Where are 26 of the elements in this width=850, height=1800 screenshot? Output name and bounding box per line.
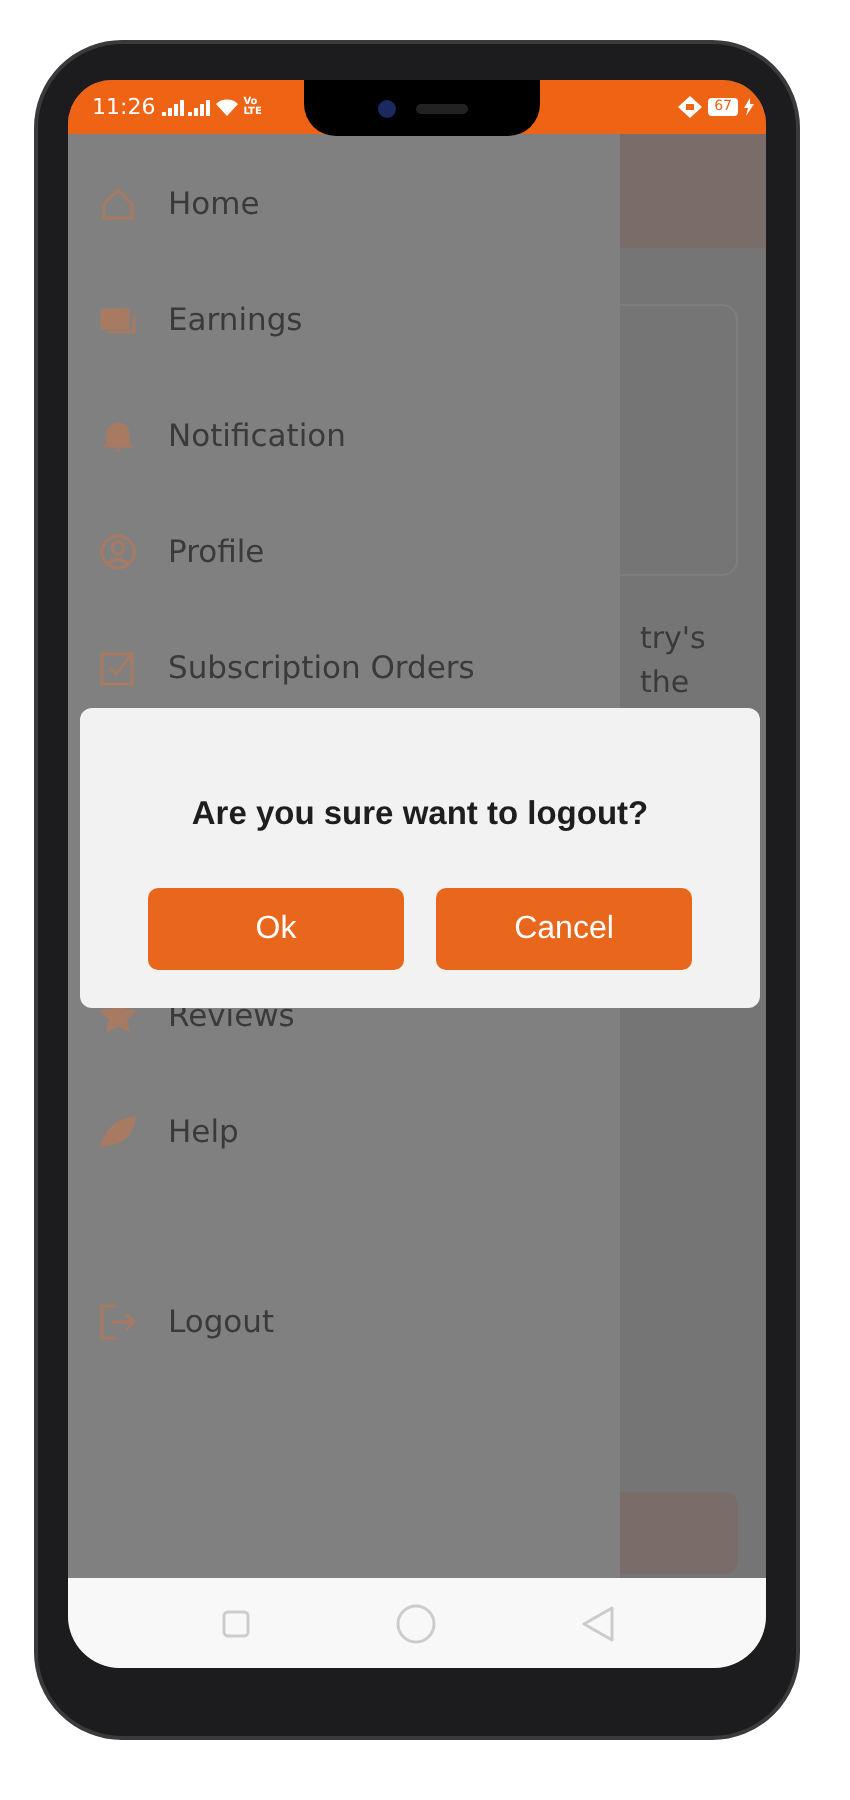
logout-icon [100, 1304, 136, 1340]
person-icon [100, 534, 136, 570]
drawer-item[interactable]: Logout [168, 1304, 275, 1340]
drawer-item[interactable]: Notification [168, 418, 346, 454]
check-icon [100, 650, 136, 686]
rotate-icon [678, 96, 703, 118]
drawer-item[interactable]: Profile [168, 534, 265, 570]
drawer-item[interactable]: Subscription Orders [168, 650, 475, 686]
home-icon [100, 186, 136, 222]
bell-icon [100, 418, 136, 454]
cancel-button[interactable]: Cancel [436, 888, 692, 970]
drawer-item[interactable]: Home [168, 186, 260, 222]
status-time: 11:26 [92, 94, 156, 120]
signal-icon [161, 98, 210, 116]
leaf-icon [100, 1114, 136, 1150]
body-text: the [638, 662, 692, 704]
back-icon[interactable] [581, 1605, 613, 1641]
dialog-message: Are you sure want to logout? [191, 796, 649, 834]
body-text: try's [638, 618, 708, 660]
charging-icon [744, 98, 754, 116]
recents-icon[interactable] [221, 1609, 249, 1637]
ok-button[interactable]: Ok [148, 888, 404, 970]
drawer-item[interactable]: Help [168, 1114, 239, 1150]
wifi-icon [215, 98, 238, 116]
home-button-icon[interactable] [395, 1603, 435, 1643]
drawer-item[interactable]: Earnings [168, 302, 303, 338]
